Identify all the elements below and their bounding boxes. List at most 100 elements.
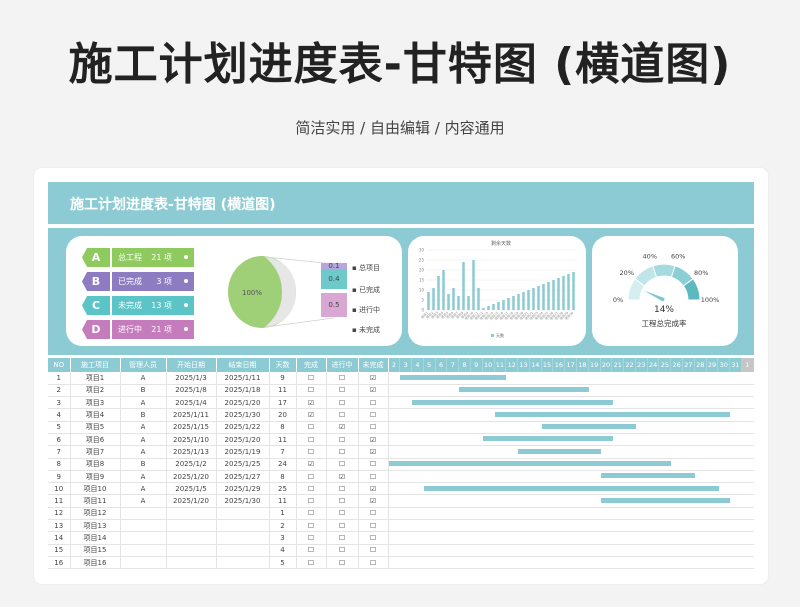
row-number: 5	[48, 421, 71, 434]
in-progress-checkbox[interactable]: ☐	[326, 458, 359, 471]
table-row[interactable]: 15 项目15 4 ☐ ☐ ☐	[48, 544, 754, 557]
in-progress-checkbox[interactable]: ☐	[326, 372, 359, 385]
done-checkbox[interactable]: ☐	[296, 556, 327, 570]
table-row[interactable]: 3 项目3 A 2025/1/4 2025/1/20 17 ☑ ☐ ☐	[48, 396, 754, 410]
undone-checkbox[interactable]: ☐	[358, 396, 389, 410]
legend-count: 21 项	[151, 325, 172, 334]
undone-checkbox[interactable]: ☑	[358, 494, 389, 508]
in-progress-checkbox[interactable]: ☐	[326, 494, 359, 508]
row-number: 10	[48, 482, 71, 496]
done-checkbox[interactable]: ☐	[296, 421, 327, 434]
undone-checkbox[interactable]: ☐	[358, 421, 389, 434]
done-checkbox[interactable]: ☐	[296, 433, 327, 447]
table-row[interactable]: 14 项目14 3 ☐ ☐ ☐	[48, 531, 754, 545]
bar	[457, 296, 460, 310]
done-checkbox[interactable]: ☐	[296, 531, 327, 545]
in-progress-checkbox[interactable]: ☐	[326, 531, 359, 545]
in-progress-checkbox[interactable]: ☐	[326, 507, 359, 521]
done-checkbox[interactable]: ☐	[296, 384, 327, 398]
table-row[interactable]: 5 项目5 A 2025/1/15 2025/1/22 8 ☐ ☑ ☐	[48, 421, 754, 434]
in-progress-checkbox[interactable]: ☐	[326, 519, 359, 533]
done-checkbox[interactable]: ☐	[296, 445, 327, 459]
undone-checkbox[interactable]: ☐	[358, 408, 389, 422]
duration: 5	[269, 556, 297, 570]
table-row[interactable]: 11 项目11 A 2025/1/20 2025/1/30 11 ☐ ☐ ☑	[48, 494, 754, 508]
undone-checkbox[interactable]: ☐	[358, 544, 389, 557]
gauge-tick-label: 60%	[671, 252, 685, 260]
table-row[interactable]: 16 项目16 5 ☐ ☐ ☐	[48, 556, 754, 570]
in-progress-checkbox[interactable]: ☑	[326, 470, 359, 484]
in-progress-checkbox[interactable]: ☐	[326, 556, 359, 570]
undone-checkbox[interactable]: ☐	[358, 531, 389, 545]
table-row[interactable]: 7 项目7 A 2025/1/13 2025/1/19 7 ☐ ☐ ☑	[48, 445, 754, 459]
bar	[482, 308, 485, 310]
undone-checkbox[interactable]: ☑	[358, 433, 389, 447]
done-checkbox[interactable]: ☑	[296, 396, 327, 410]
legend-item-not-completed: C 未完成 13 项	[82, 296, 194, 315]
done-checkbox[interactable]: ☐	[296, 482, 327, 496]
in-progress-checkbox[interactable]: ☐	[326, 396, 359, 410]
day-header: 23	[636, 358, 648, 372]
table-row[interactable]: 1 项目1 A 2025/1/3 2025/1/11 9 ☐ ☐ ☑	[48, 372, 754, 385]
in-progress-checkbox[interactable]: ☐	[326, 433, 359, 447]
undone-checkbox[interactable]: ☐	[358, 507, 389, 521]
col-end-header: 结束日期	[216, 358, 270, 372]
done-checkbox[interactable]: ☐	[296, 544, 327, 557]
table-row[interactable]: 10 项目10 A 2025/1/5 2025/1/29 25 ☐ ☐ ☑	[48, 482, 754, 496]
bar	[492, 304, 495, 310]
table-row[interactable]: 13 项目13 2 ☐ ☐ ☐	[48, 519, 754, 533]
bar	[487, 306, 490, 310]
undone-checkbox[interactable]: ☑	[358, 384, 389, 398]
in-progress-checkbox[interactable]: ☐	[326, 445, 359, 459]
done-checkbox[interactable]: ☐	[296, 507, 327, 521]
pie-chart: 100%	[228, 256, 335, 328]
row-number: 3	[48, 396, 71, 410]
in-progress-checkbox[interactable]: ☐	[326, 408, 359, 422]
done-checkbox[interactable]: ☐	[296, 519, 327, 533]
done-checkbox[interactable]: ☐	[296, 470, 327, 484]
table-row[interactable]: 6 项目6 A 2025/1/10 2025/1/20 11 ☐ ☐ ☑	[48, 433, 754, 447]
col-start-header: 开始日期	[166, 358, 217, 372]
gauge-needle	[644, 290, 665, 302]
timeline-cell	[388, 531, 754, 545]
undone-checkbox[interactable]: ☐	[358, 458, 389, 471]
table-row[interactable]: 9 项目9 A 2025/1/20 2025/1/27 8 ☐ ☑ ☐	[48, 470, 754, 484]
bar	[442, 270, 445, 310]
day-header: 31	[730, 358, 742, 372]
bar	[437, 276, 440, 310]
gauge-tick-label: 100%	[701, 296, 720, 304]
duration: 24	[269, 458, 297, 471]
manager: A	[120, 421, 167, 434]
row-number: 8	[48, 458, 71, 471]
table-row[interactable]: 2 项目2 B 2025/1/8 2025/1/18 11 ☐ ☐ ☑	[48, 384, 754, 398]
done-checkbox[interactable]: ☐	[296, 494, 327, 508]
in-progress-checkbox[interactable]: ☑	[326, 421, 359, 434]
undone-checkbox[interactable]: ☑	[358, 482, 389, 496]
gauge-tick-label: 0%	[613, 296, 623, 304]
manager	[120, 556, 167, 570]
row-number: 7	[48, 445, 71, 459]
in-progress-checkbox[interactable]: ☐	[326, 482, 359, 496]
legend-count: 21 项	[151, 253, 172, 262]
start-date: 2025/1/13	[166, 445, 217, 459]
day-header: 24	[648, 358, 660, 372]
project-name: 项目4	[70, 408, 121, 422]
done-checkbox[interactable]: ☑	[296, 408, 327, 422]
undone-checkbox[interactable]: ☐	[358, 556, 389, 570]
end-date	[216, 556, 270, 570]
undone-checkbox[interactable]: ☑	[358, 372, 389, 385]
undone-checkbox[interactable]: ☐	[358, 519, 389, 533]
undone-checkbox[interactable]: ☑	[358, 445, 389, 459]
in-progress-checkbox[interactable]: ☐	[326, 384, 359, 398]
done-checkbox[interactable]: ☑	[296, 458, 327, 471]
day-header: 2	[389, 358, 401, 372]
day-header: 17	[565, 358, 577, 372]
in-progress-checkbox[interactable]: ☐	[326, 544, 359, 557]
undone-checkbox[interactable]: ☐	[358, 470, 389, 484]
gantt-bar	[600, 473, 696, 479]
table-row[interactable]: 8 项目8 B 2025/1/2 2025/1/25 24 ☑ ☐ ☐	[48, 458, 754, 471]
table-row[interactable]: 12 项目12 1 ☐ ☐ ☐	[48, 507, 754, 521]
done-checkbox[interactable]: ☐	[296, 372, 327, 385]
bar	[557, 278, 560, 310]
table-row[interactable]: 4 项目4 B 2025/1/11 2025/1/30 20 ☑ ☐ ☐	[48, 408, 754, 422]
